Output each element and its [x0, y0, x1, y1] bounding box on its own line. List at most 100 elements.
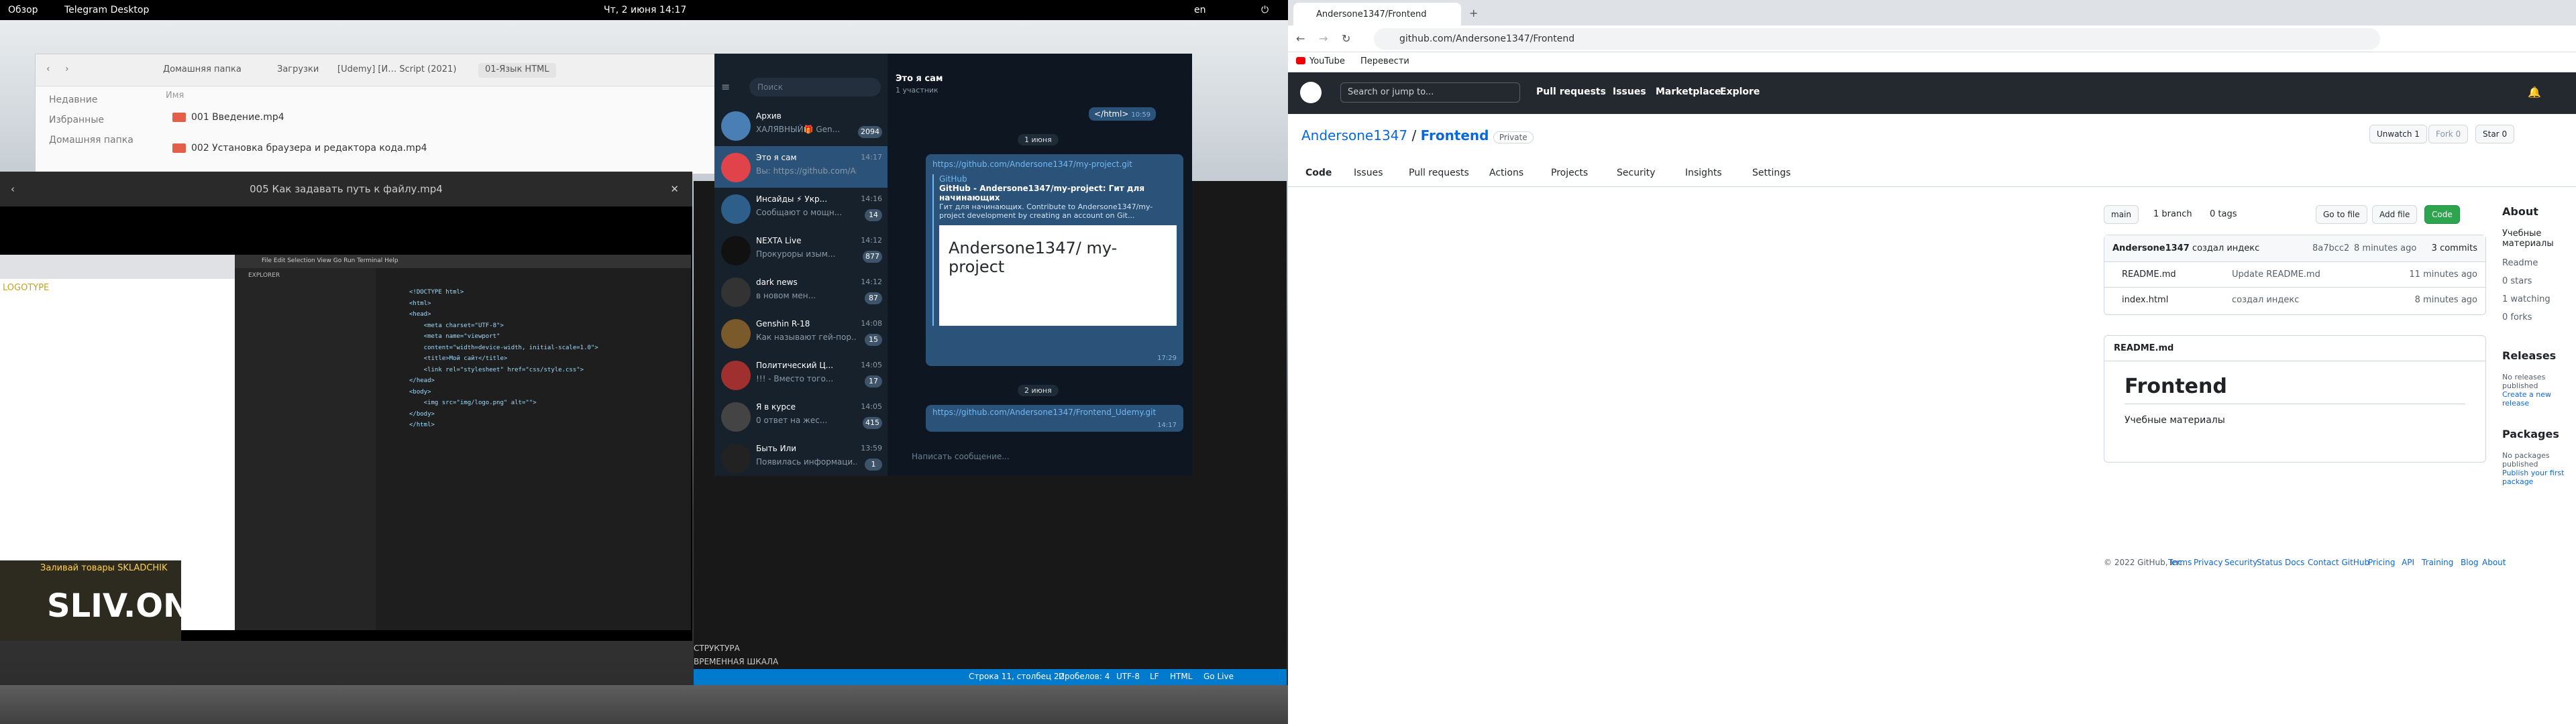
commit-message[interactable]: создал индекс: [2192, 243, 2259, 253]
chat-item[interactable]: Быть Или Появилась информаци... 13:59 1: [714, 437, 888, 479]
fork-button[interactable]: Fork 0: [2428, 125, 2469, 143]
footer-terms[interactable]: Terms: [2168, 558, 2192, 567]
menu-icon[interactable]: ≡: [721, 80, 730, 93]
back-icon[interactable]: ←: [1296, 32, 1305, 45]
footer-pricing[interactable]: Pricing: [2368, 558, 2395, 567]
footer-api[interactable]: API: [2402, 558, 2414, 567]
breadcrumb-0[interactable]: Домашняя папка: [156, 63, 248, 78]
close-icon[interactable]: ✕: [670, 172, 679, 206]
about-forks[interactable]: 0 forks: [2502, 312, 2569, 322]
eol[interactable]: LF: [1150, 672, 1159, 681]
star-button[interactable]: Star 0: [2475, 125, 2515, 143]
repo-owner[interactable]: Andersone1347: [1301, 127, 1407, 143]
message-input[interactable]: Написать сообщение...: [896, 444, 1184, 471]
footer-contact[interactable]: Contact GitHub: [2308, 558, 2369, 567]
breadcrumb-1[interactable]: Загрузки: [270, 63, 325, 78]
new-tab-icon[interactable]: +: [1469, 7, 1478, 19]
footer-blog[interactable]: Blog: [2461, 558, 2479, 567]
branches-link[interactable]: 1 branch: [2153, 209, 2192, 219]
tab-security[interactable]: Security: [1617, 168, 1656, 178]
tab-settings[interactable]: Settings: [1752, 168, 1790, 178]
chat-item[interactable]: Инсайды ⚡ Укр... Сообщают о мощн... 14:16 1…: [714, 188, 888, 229]
breadcrumb-2[interactable]: [Udemy] [И… Script (2021): [331, 63, 463, 78]
tab-issues[interactable]: Issues: [1354, 168, 1383, 178]
tab-insights[interactable]: Insights: [1685, 168, 1722, 178]
power-icon[interactable]: ⏻: [1261, 5, 1269, 15]
publish-package-link[interactable]: Publish your first package: [2502, 469, 2569, 486]
chat-item[interactable]: NEXTA Live Прокуроры изым... 14:12 877: [714, 229, 888, 271]
packages-title[interactable]: Packages: [2502, 428, 2569, 440]
sidebar-home[interactable]: Домашняя папка: [49, 135, 133, 145]
chat-item[interactable]: Политический Ц... !!! - Вместо того... 14:…: [714, 354, 888, 396]
nav-issues[interactable]: Issues: [1613, 86, 1646, 97]
tags-link[interactable]: 0 tags: [2210, 209, 2237, 219]
encoding[interactable]: UTF-8: [1116, 672, 1140, 681]
footer-about[interactable]: About: [2482, 558, 2506, 567]
reload-icon[interactable]: ↻: [1342, 32, 1350, 45]
column-name[interactable]: Имя: [166, 90, 184, 101]
github-logo-icon[interactable]: [1300, 82, 1322, 103]
sidebar-starred[interactable]: Избранные: [49, 115, 133, 125]
unwatch-button[interactable]: Unwatch 1: [2369, 125, 2427, 143]
branch-select[interactable]: main: [2104, 205, 2139, 224]
sidebar-recent[interactable]: Недавние: [49, 95, 133, 105]
overview-button[interactable]: Обзор: [8, 5, 38, 15]
footer-privacy[interactable]: Privacy: [2194, 558, 2222, 567]
tab-projects[interactable]: Projects: [1551, 168, 1588, 178]
bookmark-translate[interactable]: Перевести: [1360, 56, 1409, 66]
code-button[interactable]: Code: [2424, 205, 2460, 224]
tab-code[interactable]: Code: [1305, 168, 1332, 178]
go-live[interactable]: Go Live: [1203, 672, 1234, 681]
forward-icon[interactable]: ›: [65, 64, 69, 74]
bookmark-youtube[interactable]: YouTube: [1309, 56, 1345, 66]
breadcrumb-3[interactable]: 01-Язык HTML: [478, 63, 556, 78]
timeline-label[interactable]: ВРЕМЕННАЯ ШКАЛА: [694, 657, 778, 666]
footer-status[interactable]: Status: [2257, 558, 2282, 567]
footer-docs[interactable]: Docs: [2285, 558, 2304, 567]
keyboard-lang[interactable]: en: [1194, 5, 1206, 15]
nav-explore[interactable]: Explore: [1720, 86, 1760, 97]
cursor-position[interactable]: Строка 11, столбец 22: [969, 672, 1064, 681]
repo-name[interactable]: Frontend: [1421, 127, 1489, 143]
search-input[interactable]: Поиск: [749, 78, 881, 97]
tab-pull-requests[interactable]: Pull requests: [1409, 168, 1469, 178]
commits-link[interactable]: 3 commits: [2432, 243, 2477, 253]
link-message[interactable]: https://github.com/Andersone1347/my-proj…: [926, 154, 1183, 366]
nav-pull-requests[interactable]: Pull requests: [1536, 86, 1606, 97]
add-file-button[interactable]: Add file: [2372, 205, 2418, 224]
file-item[interactable]: 001 Введение.mp4: [172, 112, 284, 123]
create-release-link[interactable]: Create a new release: [2502, 390, 2569, 408]
message-bubble[interactable]: </html> 10:59: [1089, 107, 1157, 121]
url-input[interactable]: github.com/Andersone1347/Frontend: [1374, 28, 2380, 50]
footer-security[interactable]: Security: [2224, 558, 2257, 567]
back-icon[interactable]: ‹: [11, 172, 15, 206]
message-link[interactable]: https://github.com/Andersone1347/my-proj…: [932, 160, 1177, 169]
chat-item[interactable]: Genshin R-18 Как называют гей-пор... 14:08…: [714, 312, 888, 354]
link-message[interactable]: https://github.com/Andersone1347/Fronten…: [926, 405, 1183, 432]
preview-card[interactable]: Andersone1347/ my-project: [939, 225, 1177, 326]
clock[interactable]: Чт, 2 июня 14:17: [604, 5, 686, 15]
outline-label[interactable]: СТРУКТУРА: [694, 644, 740, 653]
file-item[interactable]: 002 Установка браузера и редактора кода.…: [172, 143, 427, 154]
message-link[interactable]: https://github.com/Andersone1347/Fronten…: [932, 408, 1177, 417]
language[interactable]: HTML: [1170, 672, 1192, 681]
chat-item[interactable]: Это я сам Вы: https://github.com/And... 14…: [714, 146, 888, 188]
search-input[interactable]: Search or jump to...: [1340, 82, 1520, 103]
chat-item[interactable]: Архив ХАЛЯВНЫЙ🎁 Gen... 2094: [714, 105, 888, 146]
chat-item[interactable]: Я в курсе 0 ответ на жес... 14:05 415: [714, 396, 888, 437]
table-row[interactable]: README.md Update README.md 11 minutes ag…: [2104, 262, 2485, 288]
bell-icon[interactable]: 🔔: [2528, 86, 2541, 99]
forward-icon[interactable]: →: [1319, 32, 1328, 45]
active-app-label[interactable]: Telegram Desktop: [64, 5, 149, 15]
chat-item[interactable]: dark news в новом мен... 14:12 87: [714, 271, 888, 312]
tab-actions[interactable]: Actions: [1489, 168, 1523, 178]
table-row[interactable]: index.html создал индекс 8 minutes ago: [2104, 288, 2485, 313]
chat-title[interactable]: Это я сам: [896, 74, 943, 84]
about-stars[interactable]: 0 stars: [2502, 276, 2569, 286]
footer-training[interactable]: Training: [2422, 558, 2453, 567]
about-readme[interactable]: Readme: [2502, 258, 2569, 268]
releases-title[interactable]: Releases: [2502, 349, 2569, 362]
commit-author[interactable]: Andersone1347: [2112, 243, 2190, 253]
go-to-file-button[interactable]: Go to file: [2316, 205, 2367, 224]
commit-hash[interactable]: 8a7bcc2: [2312, 243, 2349, 253]
